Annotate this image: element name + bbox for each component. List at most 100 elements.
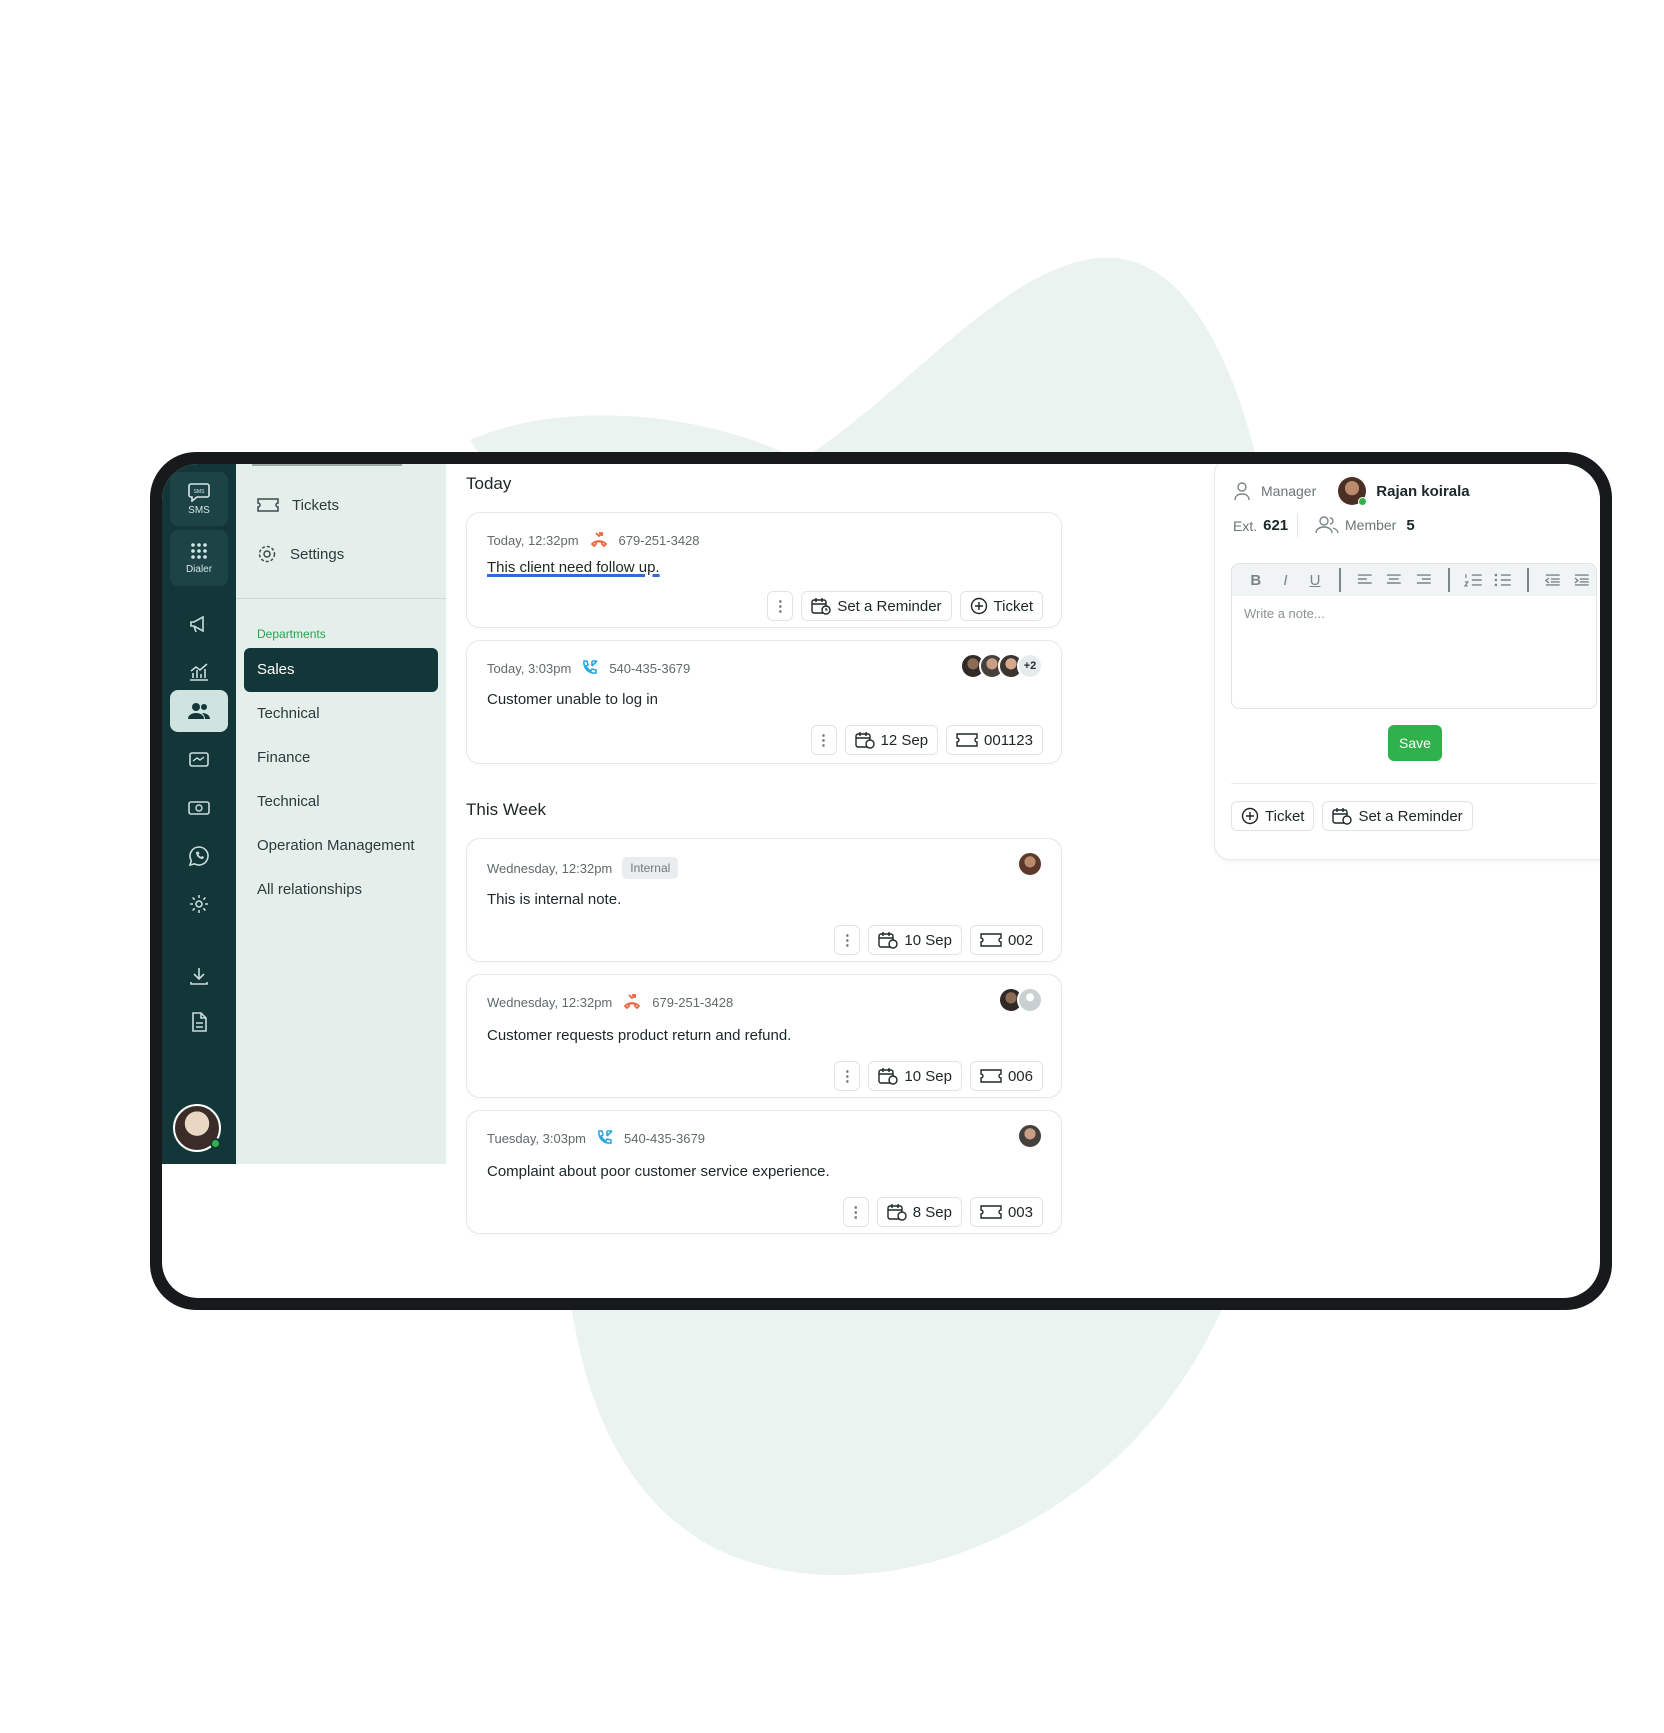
participant-avatars[interactable] — [998, 987, 1043, 1013]
rail-sms[interactable]: SMS SMS — [170, 472, 228, 526]
users-icon — [1315, 516, 1339, 534]
participant-avatar — [1017, 1123, 1043, 1149]
set-reminder-label: Set a Reminder — [1358, 807, 1463, 825]
card-phone[interactable]: 540-435-3679 — [624, 1131, 705, 1146]
ticket-id-button[interactable]: 002 — [969, 925, 1043, 955]
participant-avatars[interactable]: +2 — [960, 653, 1043, 679]
ticket-icon — [956, 733, 978, 747]
more-options-button[interactable]: ⋮ — [842, 1197, 869, 1227]
note-input[interactable]: Write a note... — [1232, 596, 1596, 631]
rail-settings[interactable] — [170, 884, 228, 924]
manager-avatar — [1338, 477, 1368, 506]
department-finance[interactable]: Finance — [257, 749, 310, 766]
ticket-id-button[interactable]: 003 — [969, 1197, 1043, 1227]
set-reminder-button[interactable]: Set a Reminder — [801, 591, 952, 621]
toolbar-separator — [1338, 568, 1341, 592]
add-ticket-button[interactable]: Ticket — [1231, 801, 1315, 831]
rail-dialer[interactable]: Dialer — [170, 530, 228, 586]
rail-billing[interactable] — [170, 788, 228, 828]
panel-divider — [1231, 783, 1597, 784]
sidebar-item-settings[interactable]: Settings — [256, 543, 344, 565]
italic-button[interactable]: I — [1272, 572, 1300, 589]
participant-avatar — [1017, 987, 1043, 1013]
rail-whatsapp[interactable] — [170, 836, 228, 876]
megaphone-icon — [190, 615, 204, 633]
ticket-id: 002 — [1007, 931, 1033, 949]
card-phone[interactable]: 679-251-3428 — [619, 533, 700, 548]
department-operation-management[interactable]: Operation Management — [257, 837, 415, 854]
department-technical-2[interactable]: Technical — [257, 793, 320, 810]
indent-icon[interactable] — [1568, 573, 1596, 587]
department-sales[interactable]: Sales — [244, 648, 438, 692]
ticket-icon — [257, 498, 279, 512]
ticket-id: 006 — [1007, 1067, 1033, 1085]
card-time: Today, 3:03pm — [487, 660, 572, 676]
participant-avatars[interactable] — [1017, 1123, 1043, 1149]
align-right-icon[interactable] — [1410, 573, 1438, 587]
sms-icon: SMS — [188, 483, 210, 502]
ticket-label: Ticket — [1265, 807, 1305, 825]
department-all-relationships[interactable]: All relationships — [257, 881, 362, 898]
align-center-icon[interactable] — [1380, 573, 1408, 587]
outdent-icon[interactable] — [1539, 573, 1567, 587]
set-reminder-button[interactable]: Set a Reminder — [1322, 801, 1473, 831]
svg-text:SMS: SMS — [194, 489, 206, 495]
ticket-id-button[interactable]: 001123 — [946, 725, 1043, 755]
dialpad-icon — [191, 543, 207, 559]
calendar-clock-icon — [811, 598, 832, 615]
manager-row: Manager Rajan koirala — [1233, 477, 1470, 506]
rail-analytics[interactable] — [170, 652, 228, 692]
activity-card[interactable]: Today, 3:03pm 540-435-3679 +2 Customer u… — [466, 640, 1062, 764]
more-options-button[interactable]: ⋮ — [834, 1061, 861, 1091]
secondary-sidebar: Tickets Settings Departments Sales Techn… — [236, 464, 446, 1164]
calendar-clock-icon — [854, 732, 875, 749]
save-button[interactable]: Save — [1388, 725, 1442, 761]
download-icon — [190, 968, 208, 985]
underline-button[interactable]: U — [1301, 572, 1329, 589]
card-meta: Today, 12:32pm 679-251-3428 — [487, 531, 700, 549]
cash-icon — [188, 801, 210, 815]
reminder-date-button[interactable]: 12 Sep — [844, 725, 939, 755]
add-ticket-button[interactable]: Ticket — [959, 591, 1043, 621]
rail-campaigns[interactable] — [170, 604, 228, 644]
rail-download[interactable] — [170, 956, 228, 996]
card-phone[interactable]: 540-435-3679 — [609, 661, 690, 676]
sidebar-item-tickets[interactable]: Tickets — [256, 496, 339, 514]
reminder-date: 8 Sep — [912, 1203, 952, 1221]
activity-feed: Today Today, 12:32pm 679-251-3428 This c… — [446, 464, 1086, 1298]
card-time: Today, 12:32pm — [487, 532, 579, 548]
section-title-today: Today — [466, 474, 512, 493]
reminder-date-button[interactable]: 8 Sep — [876, 1197, 962, 1227]
department-technical[interactable]: Technical — [257, 705, 320, 722]
extension-row: Ext. 621 — [1233, 517, 1288, 534]
activity-card[interactable]: Tuesday, 3:03pm 540-435-3679 Complaint a… — [466, 1110, 1062, 1234]
activity-card[interactable]: Today, 12:32pm 679-251-3428 This client … — [466, 512, 1062, 628]
activity-card[interactable]: Wednesday, 12:32pm Internal This is inte… — [466, 838, 1062, 962]
calendar-clock-icon — [878, 1068, 899, 1085]
incoming-call-icon — [598, 1130, 613, 1144]
rail-monitor[interactable] — [170, 740, 228, 780]
reminder-date-button[interactable]: 10 Sep — [868, 1061, 962, 1091]
participant-avatars[interactable] — [1017, 851, 1043, 877]
reminder-date-button[interactable]: 10 Sep — [868, 925, 962, 955]
calendar-clock-icon — [878, 932, 899, 949]
ticket-id-button[interactable]: 006 — [969, 1061, 1043, 1091]
whatsapp-icon — [188, 846, 209, 867]
align-left-icon[interactable] — [1351, 573, 1379, 587]
icon-rail: SMS SMS Dialer — [162, 464, 236, 1164]
numbered-list-icon[interactable] — [1460, 573, 1488, 587]
more-options-button[interactable]: ⋮ — [834, 925, 861, 955]
bold-button[interactable]: B — [1242, 572, 1270, 589]
bullet-list-icon[interactable] — [1489, 573, 1517, 587]
user-avatar[interactable] — [173, 1104, 221, 1152]
more-options-button[interactable]: ⋮ — [767, 591, 794, 621]
rail-reports[interactable] — [170, 1002, 228, 1042]
reminder-date: 12 Sep — [880, 731, 929, 749]
more-options-button[interactable]: ⋮ — [810, 725, 837, 755]
toolbar-separator — [1526, 568, 1529, 592]
rail-contacts[interactable] — [170, 690, 228, 732]
participant-avatar — [1017, 851, 1043, 877]
activity-card[interactable]: Wednesday, 12:32pm 679-251-3428 Customer… — [466, 974, 1062, 1098]
card-phone[interactable]: 679-251-3428 — [652, 995, 733, 1010]
card-note: Customer requests product return and ref… — [487, 1027, 792, 1044]
